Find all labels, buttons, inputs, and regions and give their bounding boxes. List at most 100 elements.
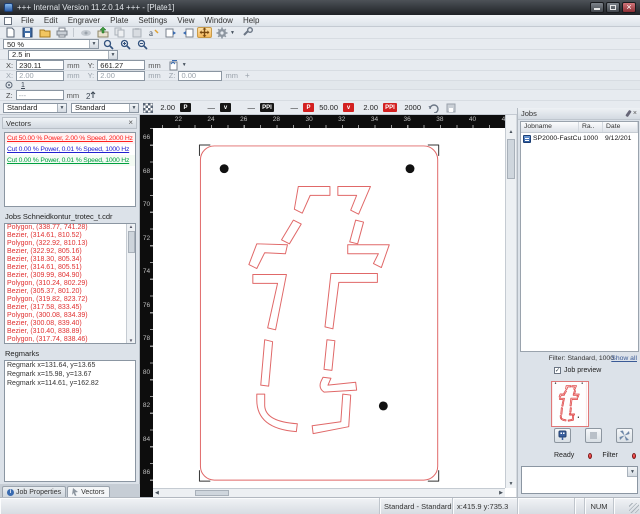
- chevron-down-icon[interactable]: ▼: [627, 467, 637, 477]
- zoom-out-icon[interactable]: [135, 39, 150, 50]
- settings-gear-icon[interactable]: [214, 27, 229, 38]
- import-icon[interactable]: [95, 27, 110, 38]
- exhaust-button[interactable]: [616, 428, 633, 443]
- new-file-icon[interactable]: [3, 27, 18, 38]
- engraver-select[interactable]: ▼: [521, 466, 638, 494]
- scroll-left-icon[interactable]: ◀: [155, 490, 159, 496]
- material-group-select[interactable]: Standard ▼: [3, 103, 67, 113]
- lens-select[interactable]: 2.5 in ▼: [8, 50, 118, 60]
- settings-caret-icon[interactable]: ▼: [230, 30, 235, 36]
- regmark-list[interactable]: Regmark x=131.64, y=13.65 Regmark x=15.9…: [4, 360, 136, 482]
- chevron-down-icon[interactable]: ▼: [108, 51, 117, 59]
- menu-settings[interactable]: Settings: [133, 16, 172, 25]
- chevron-down-icon[interactable]: ▼: [129, 104, 138, 112]
- vector-item[interactable]: Bezier, (309.99, 804.90): [5, 272, 126, 280]
- vector-item[interactable]: Bezier, (310.40, 838.89): [5, 328, 126, 336]
- pos-y-field[interactable]: 661.27: [97, 60, 145, 70]
- canvas-horizontal-scrollbar[interactable]: ◀ ▶: [153, 488, 505, 497]
- resize-grip[interactable]: [629, 503, 639, 513]
- column-jobname[interactable]: Jobname: [521, 122, 579, 132]
- job-row[interactable]: SP2000-FastCut.cdr 1000 9/12/201: [521, 133, 638, 144]
- menu-file[interactable]: File: [16, 16, 39, 25]
- vector-item[interactable]: Bezier, (314.61, 810.52): [5, 232, 126, 240]
- vector-item[interactable]: Polygon, (300.08, 834.39): [5, 312, 126, 320]
- plate-drawing[interactable]: [185, 141, 465, 487]
- column-resolution[interactable]: Ra..: [579, 122, 603, 132]
- vector-item[interactable]: Polygon, (338.77, 741.28): [5, 224, 126, 232]
- vector-item[interactable]: Bezier, (318.30, 805.34): [5, 256, 126, 264]
- close-icon[interactable]: ×: [633, 110, 637, 117]
- print-icon[interactable]: [54, 27, 69, 38]
- vector-list[interactable]: Polygon, (338.77, 741.28) Bezier, (314.6…: [4, 223, 136, 344]
- save-material-icon[interactable]: [443, 102, 458, 113]
- scroll-up-icon[interactable]: ▲: [506, 129, 516, 135]
- expand-icon[interactable]: +: [245, 71, 250, 80]
- preview-icon[interactable]: [78, 27, 93, 38]
- connect-engraver-button[interactable]: [554, 428, 571, 443]
- menu-view[interactable]: View: [172, 16, 199, 25]
- zoom-select[interactable]: 50 % ▼: [3, 39, 99, 49]
- scrollbar-thumb[interactable]: [195, 490, 229, 496]
- pos-x-field[interactable]: 230.11: [16, 60, 64, 70]
- vector-list-scrollbar[interactable]: ▲ ▼: [126, 224, 135, 343]
- menu-engraver[interactable]: Engraver: [63, 16, 105, 25]
- scroll-down-icon[interactable]: ▼: [129, 338, 133, 343]
- wysiwyg-icon[interactable]: [3, 81, 15, 89]
- vector-item[interactable]: Bezier, (314.61, 805.51): [5, 264, 126, 272]
- paste-icon[interactable]: [129, 27, 144, 38]
- close-button[interactable]: [622, 2, 636, 13]
- plate-canvas[interactable]: 2224 2628 3032 3436 3840 42 6668 7072 74…: [140, 115, 516, 497]
- menu-edit[interactable]: Edit: [39, 16, 63, 25]
- minimize-button[interactable]: [590, 2, 604, 13]
- vector-item[interactable]: Polygon, (317.74, 838.46): [5, 336, 126, 344]
- column-date[interactable]: Date: [603, 122, 638, 132]
- param-line-cut-red[interactable]: Cut 50.00 % Power, 2.00 % Speed, 2000 Hz: [5, 133, 135, 144]
- undo-icon[interactable]: [426, 102, 441, 113]
- regmark-item[interactable]: Regmark x=114.61, y=162.82: [5, 379, 135, 388]
- move-to-plate-icon[interactable]: [163, 27, 178, 38]
- zoom-in-icon[interactable]: [118, 39, 133, 50]
- scrollbar-thumb[interactable]: [128, 231, 135, 253]
- one-to-one-icon[interactable]: 1: [17, 81, 29, 89]
- child-window-icon[interactable]: [4, 17, 12, 25]
- zoom-tool-icon[interactable]: [101, 39, 116, 50]
- stop-button[interactable]: [585, 428, 602, 443]
- save-icon[interactable]: [20, 27, 35, 38]
- vector-item[interactable]: Bezier, (322.92, 805.16): [5, 248, 126, 256]
- regmark-item[interactable]: Regmark x=131.64, y=13.65: [5, 361, 135, 370]
- scroll-up-icon[interactable]: ▲: [129, 224, 133, 229]
- chevron-down-icon[interactable]: ▼: [89, 40, 98, 48]
- copy-icon[interactable]: [112, 27, 127, 38]
- show-all-link[interactable]: Show all: [611, 355, 637, 362]
- scrollbar-thumb[interactable]: [507, 139, 515, 179]
- tab-job-properties[interactable]: i Job Properties: [2, 486, 66, 497]
- job-preview-thumbnail[interactable]: [551, 381, 589, 427]
- move-from-plate-icon[interactable]: [180, 27, 195, 38]
- canvas-vertical-scrollbar[interactable]: ▲ ▼: [505, 115, 516, 488]
- rotate-plate-icon[interactable]: [166, 60, 181, 71]
- param-list[interactable]: Cut 50.00 % Power, 2.00 % Speed, 2000 Hz…: [4, 132, 136, 207]
- close-icon[interactable]: ×: [128, 119, 133, 127]
- maximize-button[interactable]: [606, 2, 620, 13]
- vector-item[interactable]: Bezier, (300.08, 839.40): [5, 320, 126, 328]
- menu-plate[interactable]: Plate: [105, 16, 133, 25]
- vector-item[interactable]: Polygon, (310.24, 802.29): [5, 280, 126, 288]
- vector-item[interactable]: Polygon, (319.82, 823.72): [5, 296, 126, 304]
- scroll-right-icon[interactable]: ▶: [499, 490, 503, 496]
- pin-icon[interactable]: [625, 110, 631, 117]
- regmark-item[interactable]: Regmark x=15.98, y=13.67: [5, 370, 135, 379]
- material-template-select[interactable]: Standard ▼: [71, 103, 139, 113]
- rotate-caret-icon[interactable]: ▼: [182, 62, 187, 68]
- menu-help[interactable]: Help: [238, 16, 264, 25]
- plugin-icon[interactable]: [241, 27, 256, 38]
- jobs-table[interactable]: Jobname Ra.. Date SP2000-FastCut.cdr 100…: [520, 121, 639, 352]
- vector-item[interactable]: Bezier, (305.37, 801.20): [5, 288, 126, 296]
- job-preview-checkbox[interactable]: ✓: [554, 367, 561, 374]
- z-field[interactable]: ---: [16, 90, 64, 100]
- position-tool-icon[interactable]: [197, 27, 212, 38]
- menu-window[interactable]: Window: [200, 16, 238, 25]
- vector-item[interactable]: Bezier, (317.58, 833.45): [5, 304, 126, 312]
- text-edit-icon[interactable]: a: [146, 27, 161, 38]
- chevron-down-icon[interactable]: ▼: [57, 104, 66, 112]
- vector-item[interactable]: Polygon, (322.92, 810.13): [5, 240, 126, 248]
